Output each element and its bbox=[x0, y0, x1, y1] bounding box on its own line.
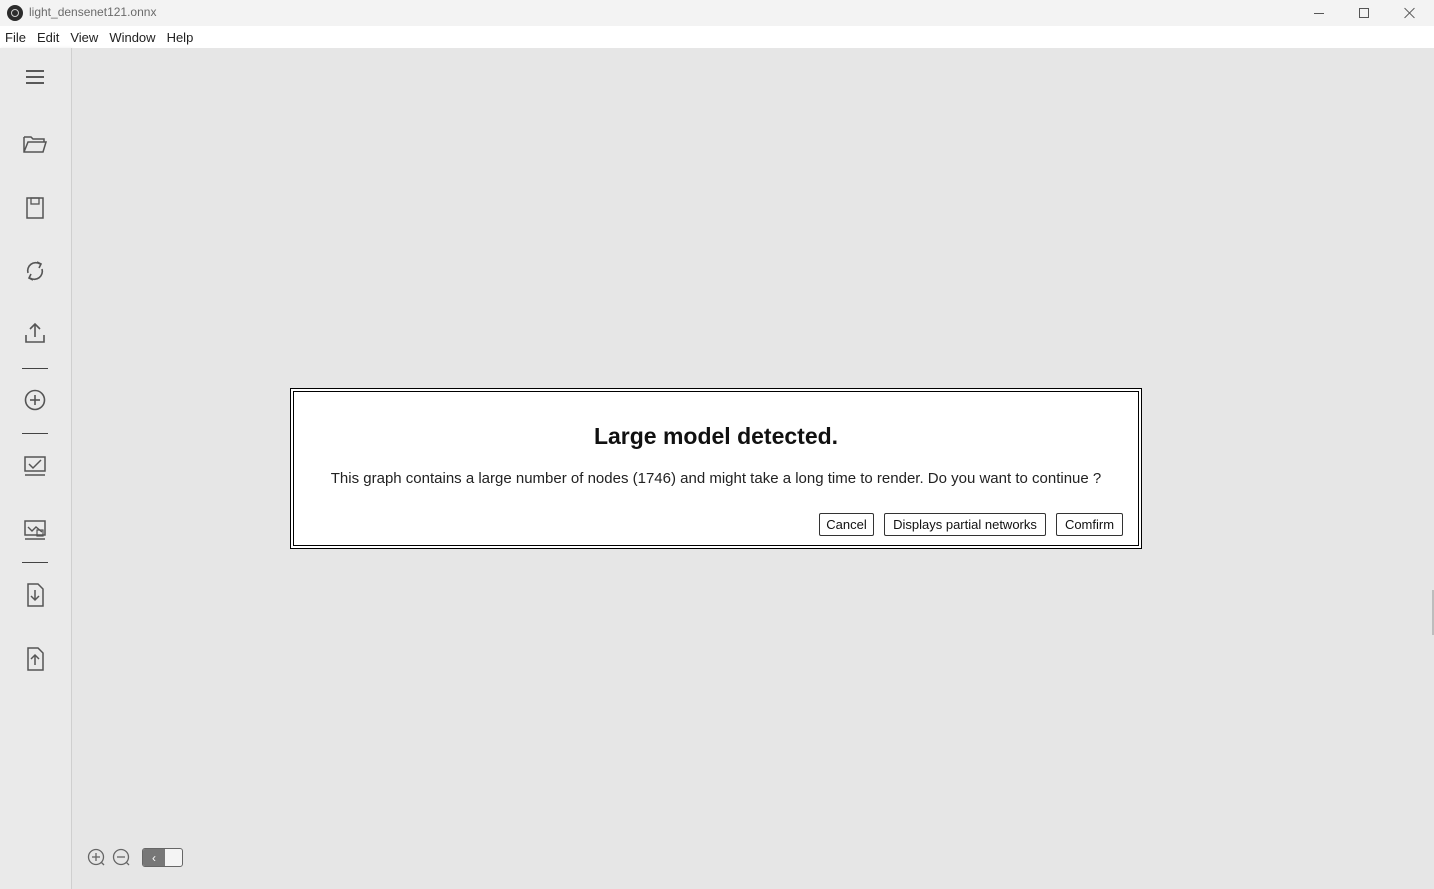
save-button[interactable] bbox=[17, 190, 53, 226]
maximize-icon bbox=[1359, 8, 1369, 18]
partial-networks-button[interactable]: Displays partial networks bbox=[884, 513, 1046, 536]
import-file-button[interactable] bbox=[17, 577, 53, 613]
add-icon bbox=[24, 389, 46, 411]
close-icon bbox=[1404, 7, 1416, 19]
window-title: light_densenet121.onnx bbox=[29, 5, 157, 19]
app-icon bbox=[7, 5, 23, 21]
check-button[interactable] bbox=[17, 448, 53, 484]
menu-window[interactable]: Window bbox=[109, 30, 155, 45]
cancel-button[interactable]: Cancel bbox=[819, 513, 874, 536]
zoom-out-icon bbox=[112, 848, 130, 866]
large-model-dialog: Large model detected. This graph contain… bbox=[290, 388, 1142, 549]
refresh-button[interactable] bbox=[17, 253, 53, 289]
export-button[interactable] bbox=[17, 315, 53, 351]
zoom-in-button[interactable] bbox=[87, 848, 105, 866]
export-icon bbox=[25, 322, 45, 343]
open-folder-icon bbox=[23, 136, 48, 153]
open-button[interactable] bbox=[17, 126, 53, 162]
menu-bar: File Edit View Window Help bbox=[0, 26, 1434, 48]
menu-edit[interactable]: Edit bbox=[37, 30, 59, 45]
menu-file[interactable]: File bbox=[5, 30, 26, 45]
upload-file-button[interactable] bbox=[17, 641, 53, 677]
zoom-out-button[interactable] bbox=[112, 848, 130, 866]
sidebar-divider bbox=[22, 368, 48, 369]
sidebar bbox=[0, 48, 72, 889]
minimize-icon bbox=[1314, 12, 1324, 14]
menu-toggle-button[interactable] bbox=[17, 59, 53, 95]
chart-button[interactable] bbox=[17, 512, 53, 548]
zoom-in-icon bbox=[87, 848, 105, 866]
panel-toggle[interactable]: ‹ bbox=[142, 848, 183, 867]
menu-help[interactable]: Help bbox=[167, 30, 194, 45]
save-icon bbox=[26, 197, 44, 219]
chart-icon bbox=[24, 520, 46, 540]
refresh-icon bbox=[26, 261, 44, 281]
import-file-icon bbox=[27, 583, 44, 607]
menu-view[interactable]: View bbox=[70, 30, 98, 45]
menu-icon bbox=[26, 70, 44, 84]
confirm-button[interactable]: Comfirm bbox=[1056, 513, 1123, 536]
dialog-title: Large model detected. bbox=[593, 423, 839, 449]
title-bar: light_densenet121.onnx bbox=[0, 0, 1434, 26]
close-button[interactable] bbox=[1387, 0, 1433, 26]
sidebar-divider bbox=[22, 433, 48, 434]
sidebar-divider bbox=[22, 562, 48, 563]
add-button[interactable] bbox=[17, 382, 53, 418]
maximize-button[interactable] bbox=[1341, 0, 1387, 26]
minimize-button[interactable] bbox=[1296, 0, 1342, 26]
dialog-message: This graph contains a large number of no… bbox=[330, 470, 1102, 487]
checklist-icon bbox=[24, 456, 46, 476]
chevron-left-icon: ‹ bbox=[143, 849, 165, 866]
upload-file-icon bbox=[27, 647, 44, 671]
